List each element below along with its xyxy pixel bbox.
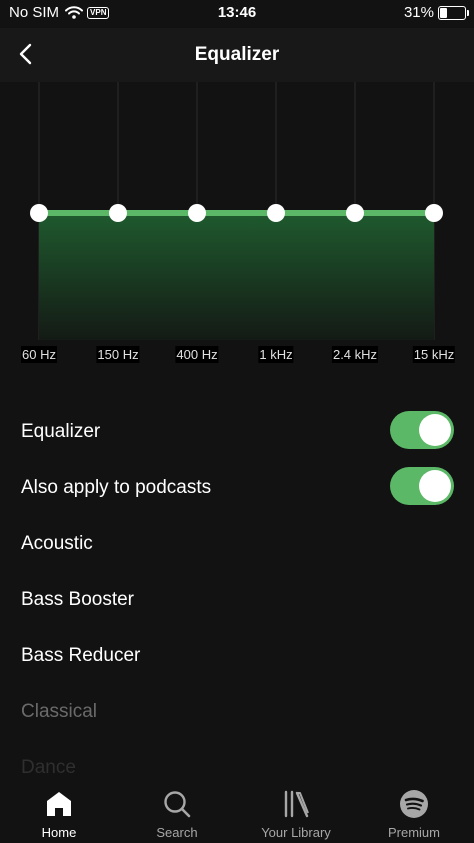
nav-label: Search bbox=[156, 825, 198, 840]
eq-handle[interactable] bbox=[267, 204, 285, 222]
frequency-label: 2.4 kHz bbox=[331, 346, 379, 363]
battery-icon bbox=[438, 5, 469, 20]
preset-label: Acoustic bbox=[21, 533, 93, 554]
page-title: Equalizer bbox=[194, 44, 280, 65]
equalizer-graph[interactable]: 60 Hz 150 Hz 400 Hz 1 kHz 2.4 kHz 15 kHz bbox=[0, 82, 474, 372]
podcasts-toggle[interactable] bbox=[390, 467, 454, 505]
frequency-label: 15 kHz bbox=[412, 346, 456, 363]
eq-handle[interactable] bbox=[30, 204, 48, 222]
header: Equalizer bbox=[0, 28, 474, 82]
frequency-label: 150 Hz bbox=[96, 346, 140, 363]
home-icon bbox=[47, 792, 71, 816]
equalizer-toggle-label: Equalizer bbox=[21, 421, 101, 442]
frequency-label: 400 Hz bbox=[175, 346, 219, 363]
preset-label: Bass Booster bbox=[21, 589, 134, 610]
equalizer-toggle-row[interactable]: Equalizer bbox=[0, 404, 474, 460]
preset-bass-reducer[interactable]: Bass Reducer bbox=[0, 628, 474, 684]
podcasts-toggle-row[interactable]: Also apply to podcasts bbox=[0, 460, 474, 516]
nav-label: Premium bbox=[387, 825, 440, 840]
search-icon bbox=[164, 791, 191, 818]
podcasts-toggle-label: Also apply to podcasts bbox=[21, 477, 212, 498]
toggle-knob bbox=[419, 414, 451, 446]
bottom-nav: Home Search Your Library Premium bbox=[0, 783, 474, 843]
preset-acoustic[interactable]: Acoustic bbox=[0, 516, 474, 572]
clock: 13:46 bbox=[217, 4, 257, 21]
frequency-label: 60 Hz bbox=[21, 346, 57, 363]
settings-list: Equalizer Also apply to podcasts Acousti… bbox=[0, 404, 474, 796]
equalizer-chart[interactable] bbox=[0, 82, 474, 372]
preset-label: Bass Reducer bbox=[21, 645, 141, 666]
preset-label: Classical bbox=[21, 701, 98, 722]
equalizer-toggle[interactable] bbox=[390, 411, 454, 449]
battery-fill bbox=[440, 7, 447, 18]
nav-label: Home bbox=[41, 825, 77, 840]
toggle-knob bbox=[419, 470, 451, 502]
preset-classical[interactable]: Classical bbox=[0, 684, 474, 740]
frequency-label: 1 kHz bbox=[258, 346, 294, 363]
status-bar: No SIM VPN 13:46 31% bbox=[0, 0, 474, 28]
eq-handle[interactable] bbox=[346, 204, 364, 222]
status-right: 31% bbox=[403, 4, 469, 21]
eq-area bbox=[39, 213, 434, 340]
eq-handle[interactable] bbox=[109, 204, 127, 222]
battery-percent: 31% bbox=[403, 4, 434, 21]
eq-handle[interactable] bbox=[188, 204, 206, 222]
library-icon bbox=[284, 790, 309, 818]
preset-label: Dance bbox=[21, 757, 76, 778]
eq-handle[interactable] bbox=[425, 204, 443, 222]
spotify-icon bbox=[400, 790, 428, 818]
nav-label: Your Library bbox=[261, 825, 331, 840]
battery-nub bbox=[467, 9, 469, 16]
preset-bass-booster[interactable]: Bass Booster bbox=[0, 572, 474, 628]
